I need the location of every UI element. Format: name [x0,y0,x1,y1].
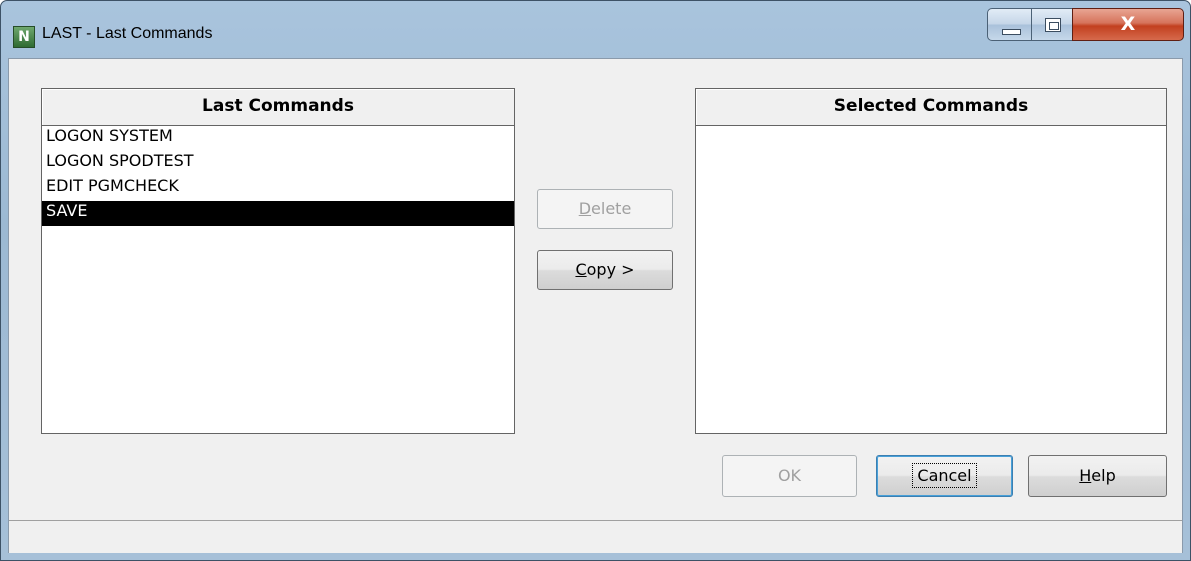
delete-button[interactable]: Delete [537,189,673,229]
help-label: elp [1091,466,1116,485]
cancel-button[interactable]: Cancel [876,455,1013,497]
list-item[interactable]: LOGON SYSTEM [42,126,514,151]
window-title: LAST - Last Commands [42,25,213,42]
caption-buttons: X [987,8,1184,43]
title-bar[interactable]: N LAST - Last Commands X [1,1,1190,59]
dialog-client-area: Last Commands LOGON SYSTEM LOGON SPODTES… [8,58,1183,553]
status-bar [9,520,1182,553]
last-commands-header: Last Commands [42,89,514,126]
delete-mnemonic: D [578,199,592,218]
copy-label: opy > [586,260,635,279]
close-button[interactable]: X [1072,8,1184,41]
ok-button[interactable]: OK [722,455,857,497]
delete-label: elete [591,199,632,218]
list-item[interactable]: LOGON SPODTEST [42,151,514,176]
selected-commands-header: Selected Commands [696,89,1166,126]
maximize-icon [1045,18,1061,32]
ok-label: OK [777,466,802,485]
copy-mnemonic: C [575,260,587,279]
app-icon: N [13,26,35,48]
last-commands-list[interactable]: Last Commands LOGON SYSTEM LOGON SPODTES… [41,88,515,434]
selected-commands-list[interactable]: Selected Commands [695,88,1167,434]
minimize-button[interactable] [987,8,1032,41]
maximize-button[interactable] [1031,8,1073,41]
list-item-selected[interactable]: SAVE [42,201,514,226]
close-icon: X [1120,13,1136,35]
copy-button[interactable]: Copy > [537,250,673,290]
cancel-label: Cancel [912,463,977,488]
minimize-icon [1002,29,1021,35]
list-item[interactable]: EDIT PGMCHECK [42,176,514,201]
help-mnemonic: H [1079,466,1092,485]
dialog-window: N LAST - Last Commands X Last Commands L… [0,0,1191,561]
help-button[interactable]: Help [1028,455,1167,497]
